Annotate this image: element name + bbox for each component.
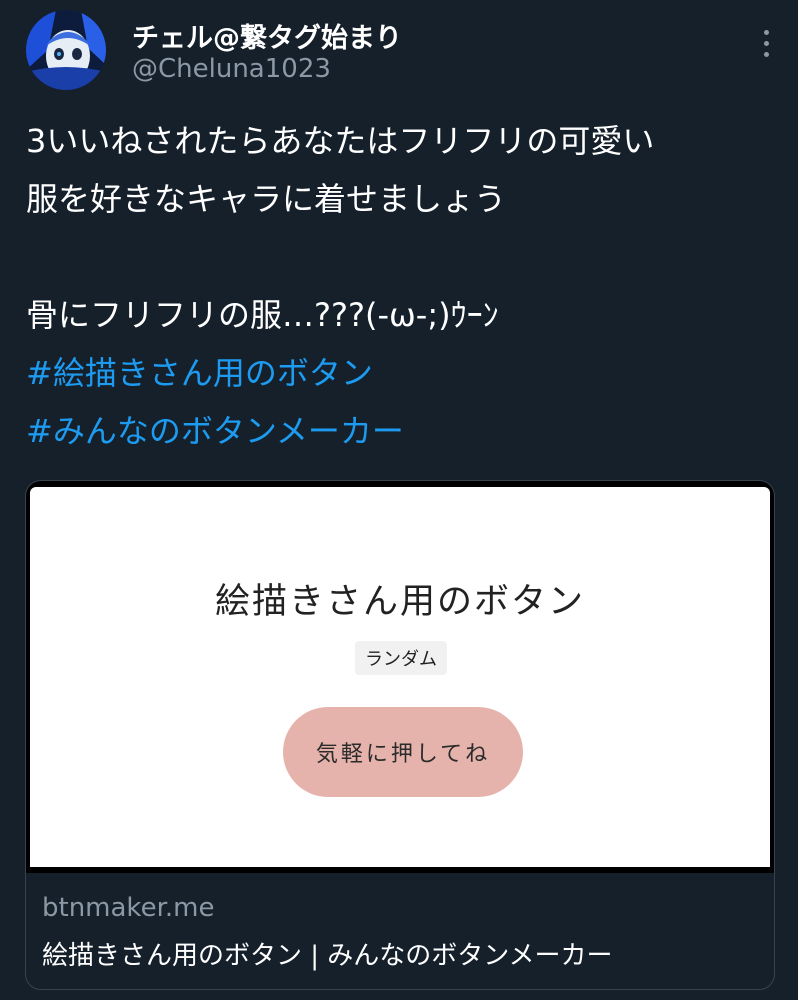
card-title: 絵描きさん用のボタン | みんなのボタンメーカー (42, 941, 613, 971)
preview-tag-badge: ランダム (355, 641, 447, 675)
author-handle[interactable]: @Cheluna1023 (132, 54, 331, 84)
card-preview-image: 絵描きさん用のボタン ランダム 気軽に押してね (26, 481, 774, 873)
tweet-text-line: 3いいねされたらあなたはフリフリの可愛い (26, 122, 655, 160)
card-domain: btnmaker.me (42, 893, 215, 923)
preview-button: 気軽に押してね (283, 707, 523, 797)
hashtag-link[interactable]: #みんなのボタンメーカー (26, 402, 776, 460)
more-vertical-icon[interactable] (760, 30, 772, 66)
tweet-text: 3いいねされたらあなたはフリフリの可愛い 服を好きなキャラに着せましょう 骨にフ… (26, 112, 776, 460)
hashtag-link[interactable]: #絵描きさん用のボタン (26, 344, 776, 402)
link-preview-card[interactable]: 絵描きさん用のボタン ランダム 気軽に押してね btnmaker.me 絵描きさ… (25, 480, 775, 990)
avatar[interactable] (26, 10, 106, 90)
tweet-header: チェル@繋タグ始まり @Cheluna1023 (26, 10, 776, 100)
preview-title: 絵描きさん用のボタン (214, 582, 585, 622)
author-display-name[interactable]: チェル@繋タグ始まり (132, 16, 402, 55)
tweet-text-line: 骨にフリフリの服…???(-ω-;)ｳｰﾝ (26, 296, 499, 334)
card-preview-canvas: 絵描きさん用のボタン ランダム 気軽に押してね (30, 487, 770, 867)
tweet-text-line: 服を好きなキャラに着せましょう (26, 180, 507, 218)
